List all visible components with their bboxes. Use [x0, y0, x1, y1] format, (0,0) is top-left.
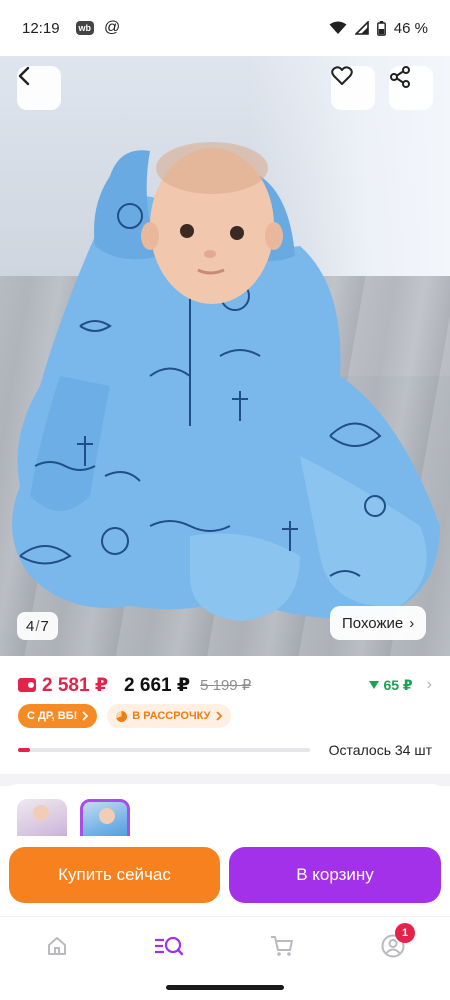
- price-row: 2 581 ₽ 2 661 ₽ 5 199 ₽ 65 ₽ ›: [18, 672, 432, 698]
- tab-home[interactable]: [37, 929, 77, 963]
- tab-cart[interactable]: [262, 929, 302, 963]
- bottom-tab-bar: 1: [0, 916, 450, 1000]
- variant-face: [99, 808, 115, 824]
- home-indicator[interactable]: [166, 985, 284, 990]
- chevron-left-icon: [18, 66, 30, 86]
- catalog-search-icon: [155, 936, 184, 956]
- installments-pie-icon: [116, 710, 128, 722]
- tab-profile[interactable]: 1: [373, 923, 415, 963]
- similar-label: Похожие: [342, 614, 404, 632]
- buy-now-button[interactable]: Купить сейчас: [9, 847, 220, 903]
- birthday-promo-badge[interactable]: С ДР, ВБ!: [18, 704, 98, 728]
- cart-icon: [271, 936, 293, 956]
- cashback-amount: 65 ₽: [383, 676, 413, 693]
- status-right: 46 %: [329, 20, 428, 37]
- wb-app-icon: wb: [75, 21, 95, 35]
- image-counter-current: 4: [26, 617, 35, 635]
- chevron-right-icon: [215, 711, 222, 721]
- variant-face: [33, 805, 49, 821]
- installments-badge[interactable]: В РАССРОЧКУ: [107, 704, 231, 728]
- image-counter: 4 / 7: [17, 612, 58, 640]
- status-time: 12:19: [22, 19, 60, 37]
- stock-progress-fill: [18, 748, 30, 752]
- share-icon: [390, 66, 410, 88]
- cell-signal-icon: [354, 21, 369, 35]
- at-notification-icon: @: [104, 19, 121, 36]
- stock-row: Осталось 34 шт: [18, 740, 432, 760]
- home-icon: [48, 937, 66, 955]
- action-bar: Купить сейчас В корзину: [0, 836, 450, 916]
- battery-icon: [376, 20, 386, 36]
- chevron-right-icon: ›: [409, 614, 415, 632]
- heart-icon: [331, 66, 353, 85]
- current-price: 2 661 ₽: [124, 674, 191, 696]
- favorite-button[interactable]: [331, 66, 375, 110]
- chevron-right-icon: [82, 711, 89, 721]
- battery-percent: 46 %: [393, 19, 428, 37]
- birthday-promo-label: С ДР, ВБ!: [27, 710, 78, 722]
- back-button[interactable]: [17, 66, 61, 110]
- wifi-icon: [329, 21, 347, 34]
- stock-progress-bar: [18, 748, 310, 752]
- similar-products-button[interactable]: Похожие ›: [330, 606, 427, 640]
- share-button[interactable]: [389, 66, 433, 110]
- tab-catalog[interactable]: [149, 929, 189, 963]
- status-bar: 12:19 wb @ 46 %: [0, 0, 450, 56]
- triangle-down-icon: [369, 681, 380, 689]
- stock-remaining: Осталось 34 шт: [328, 742, 432, 758]
- image-counter-total: 7: [40, 617, 49, 635]
- profile-notification-badge: 1: [395, 923, 415, 943]
- product-photo-baby-overall: [12, 142, 440, 621]
- cashback-info[interactable]: 65 ₽ ›: [369, 676, 432, 694]
- chevron-right-icon: ›: [426, 676, 432, 693]
- wallet-price: 2 581 ₽: [42, 674, 109, 696]
- price-card: 2 581 ₽ 2 661 ₽ 5 199 ₽ 65 ₽ › С ДР, ВБ!…: [0, 656, 450, 774]
- image-counter-separator: /: [35, 617, 40, 635]
- product-image-gallery[interactable]: 4 / 7 Похожие ›: [0, 56, 450, 656]
- wallet-icon: [18, 678, 36, 692]
- old-price: 5 199 ₽: [200, 677, 252, 694]
- promo-badges: С ДР, ВБ! В РАССРОЧКУ: [18, 704, 231, 728]
- installments-label: В РАССРОЧКУ: [132, 710, 211, 722]
- add-to-cart-button[interactable]: В корзину: [229, 847, 441, 903]
